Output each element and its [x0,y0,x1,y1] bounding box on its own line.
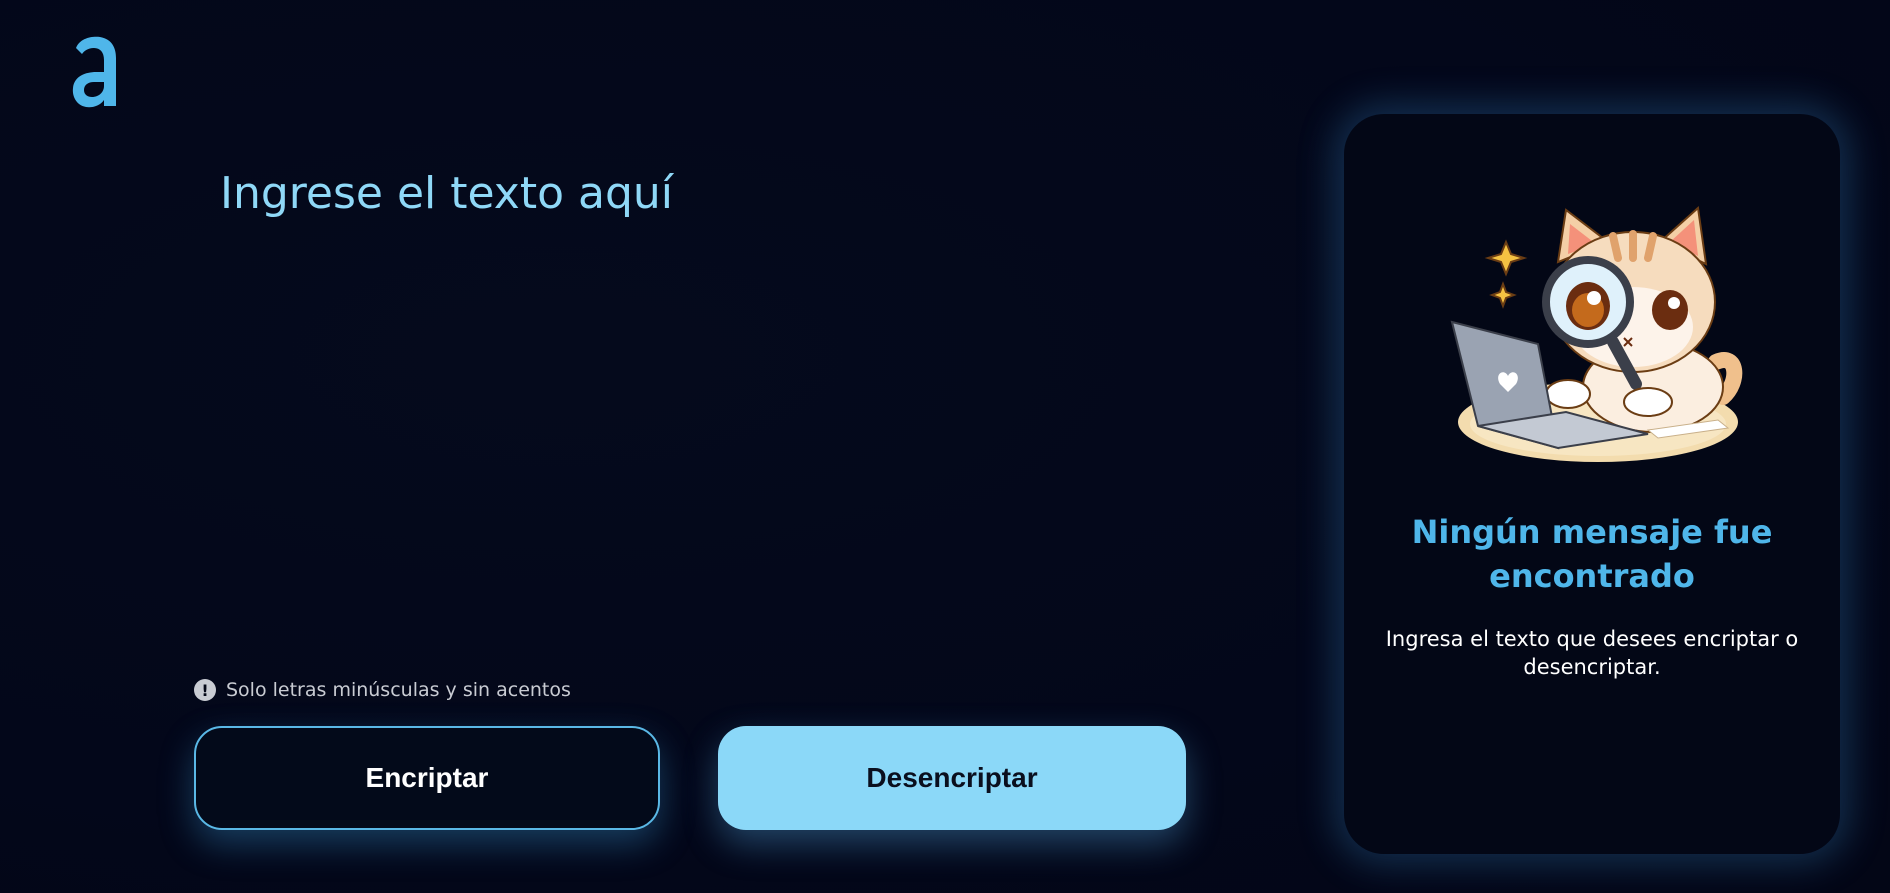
result-panel: Ningún mensaje fue encontrado Ingresa el… [1344,114,1840,854]
panel-description: Ingresa el texto que desees encriptar o … [1385,627,1799,679]
panel-title: Ningún mensaje fue encontrado [1411,513,1773,595]
decrypt-button[interactable]: Desencriptar [718,726,1186,830]
decrypt-button-label: Desencriptar [866,762,1038,793]
exclamation-circle-icon: ! [194,679,216,701]
cat-detective-illustration [1450,206,1743,462]
message-input[interactable] [220,166,1180,626]
input-hint: ! Solo letras minúsculas y sin acentos [194,677,571,703]
encrypt-button[interactable]: Encriptar [194,726,660,830]
app-page: ! Solo letras minúsculas y sin acentos E… [0,0,1890,893]
hint-text: Solo letras minúsculas y sin acentos [226,679,571,701]
encrypt-button-label: Encriptar [365,762,489,793]
letter-a-logo-icon [72,36,116,108]
